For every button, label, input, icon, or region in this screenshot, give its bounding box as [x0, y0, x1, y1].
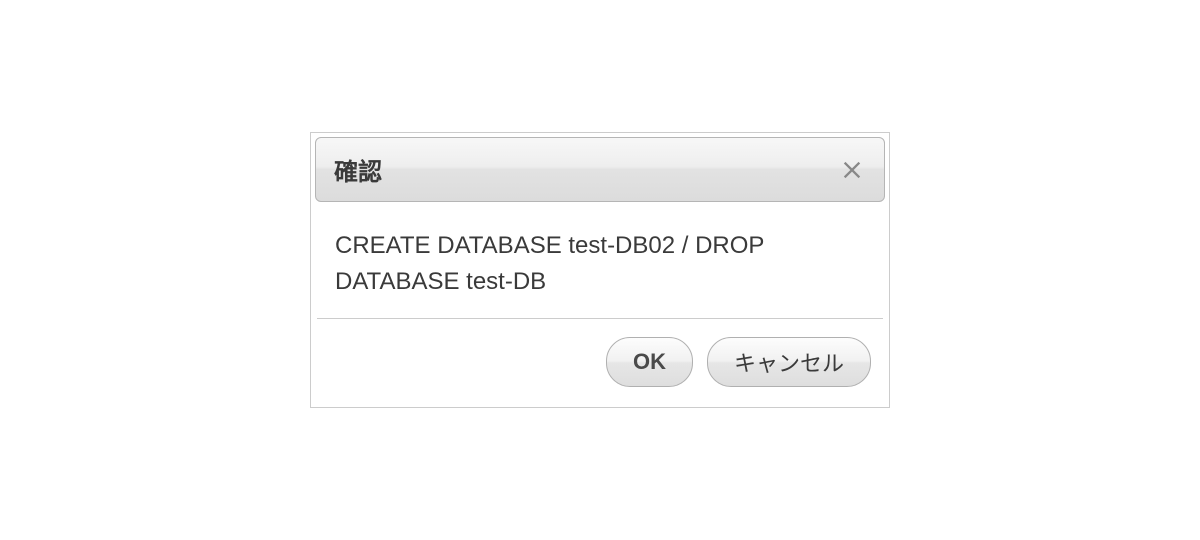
cancel-button[interactable]: キャンセル	[707, 337, 871, 387]
ok-button[interactable]: OK	[606, 337, 693, 387]
close-icon[interactable]	[838, 156, 866, 184]
confirm-dialog: 確認 CREATE DATABASE test-DB02 / DROP DATA…	[310, 132, 890, 408]
dialog-titlebar: 確認	[315, 137, 885, 202]
dialog-message: CREATE DATABASE test-DB02 / DROP DATABAS…	[311, 206, 889, 318]
dialog-title: 確認	[334, 152, 382, 187]
dialog-button-row: OK キャンセル	[311, 319, 889, 407]
